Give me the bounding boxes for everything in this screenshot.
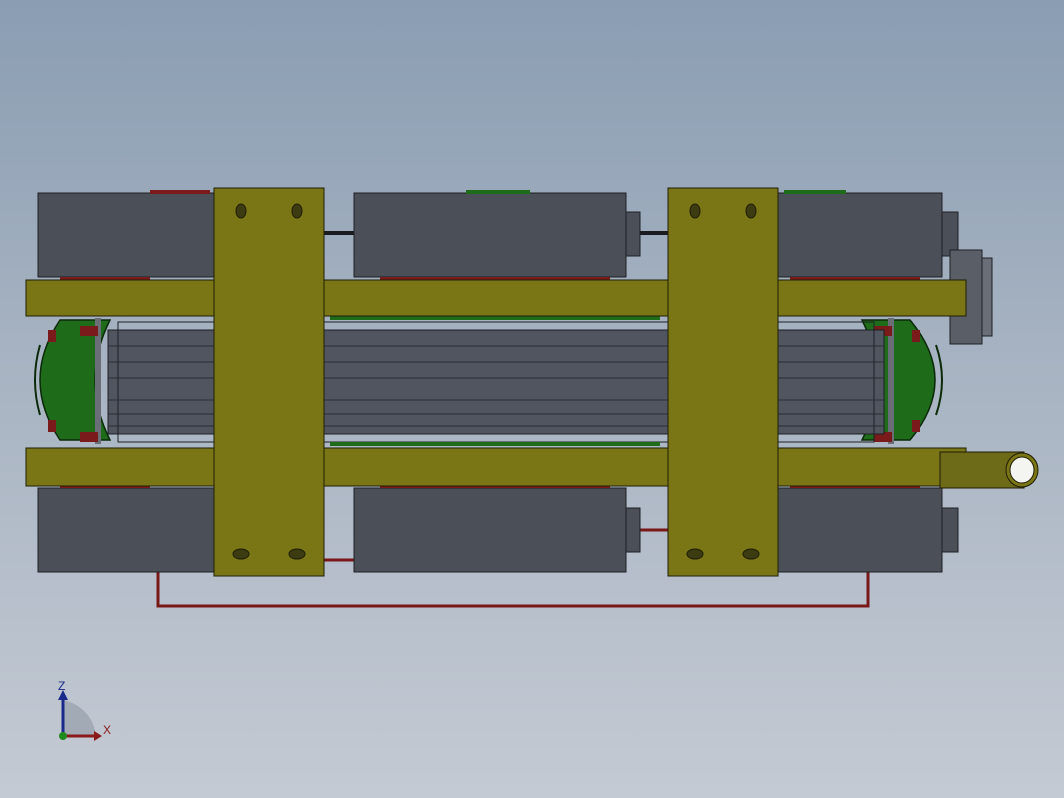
top-boxes [37,192,993,345]
triad-plane-shade [64,700,96,736]
left-end-ring [34,318,112,444]
left-vertical-plate [213,187,325,577]
tube-connector [939,451,1039,489]
orientation-triad[interactable]: Z X [40,670,140,770]
right-vertical-plate [667,187,779,577]
z-axis-label: Z [58,679,65,693]
triad-origin [59,732,67,740]
cad-viewport[interactable]: Z X [0,0,1064,798]
assembly-model[interactable] [0,0,1064,798]
bottom-boxes [37,487,959,573]
x-axis-arrow [94,731,102,741]
bottom-wire [156,572,870,608]
x-axis-label: X [103,723,111,737]
